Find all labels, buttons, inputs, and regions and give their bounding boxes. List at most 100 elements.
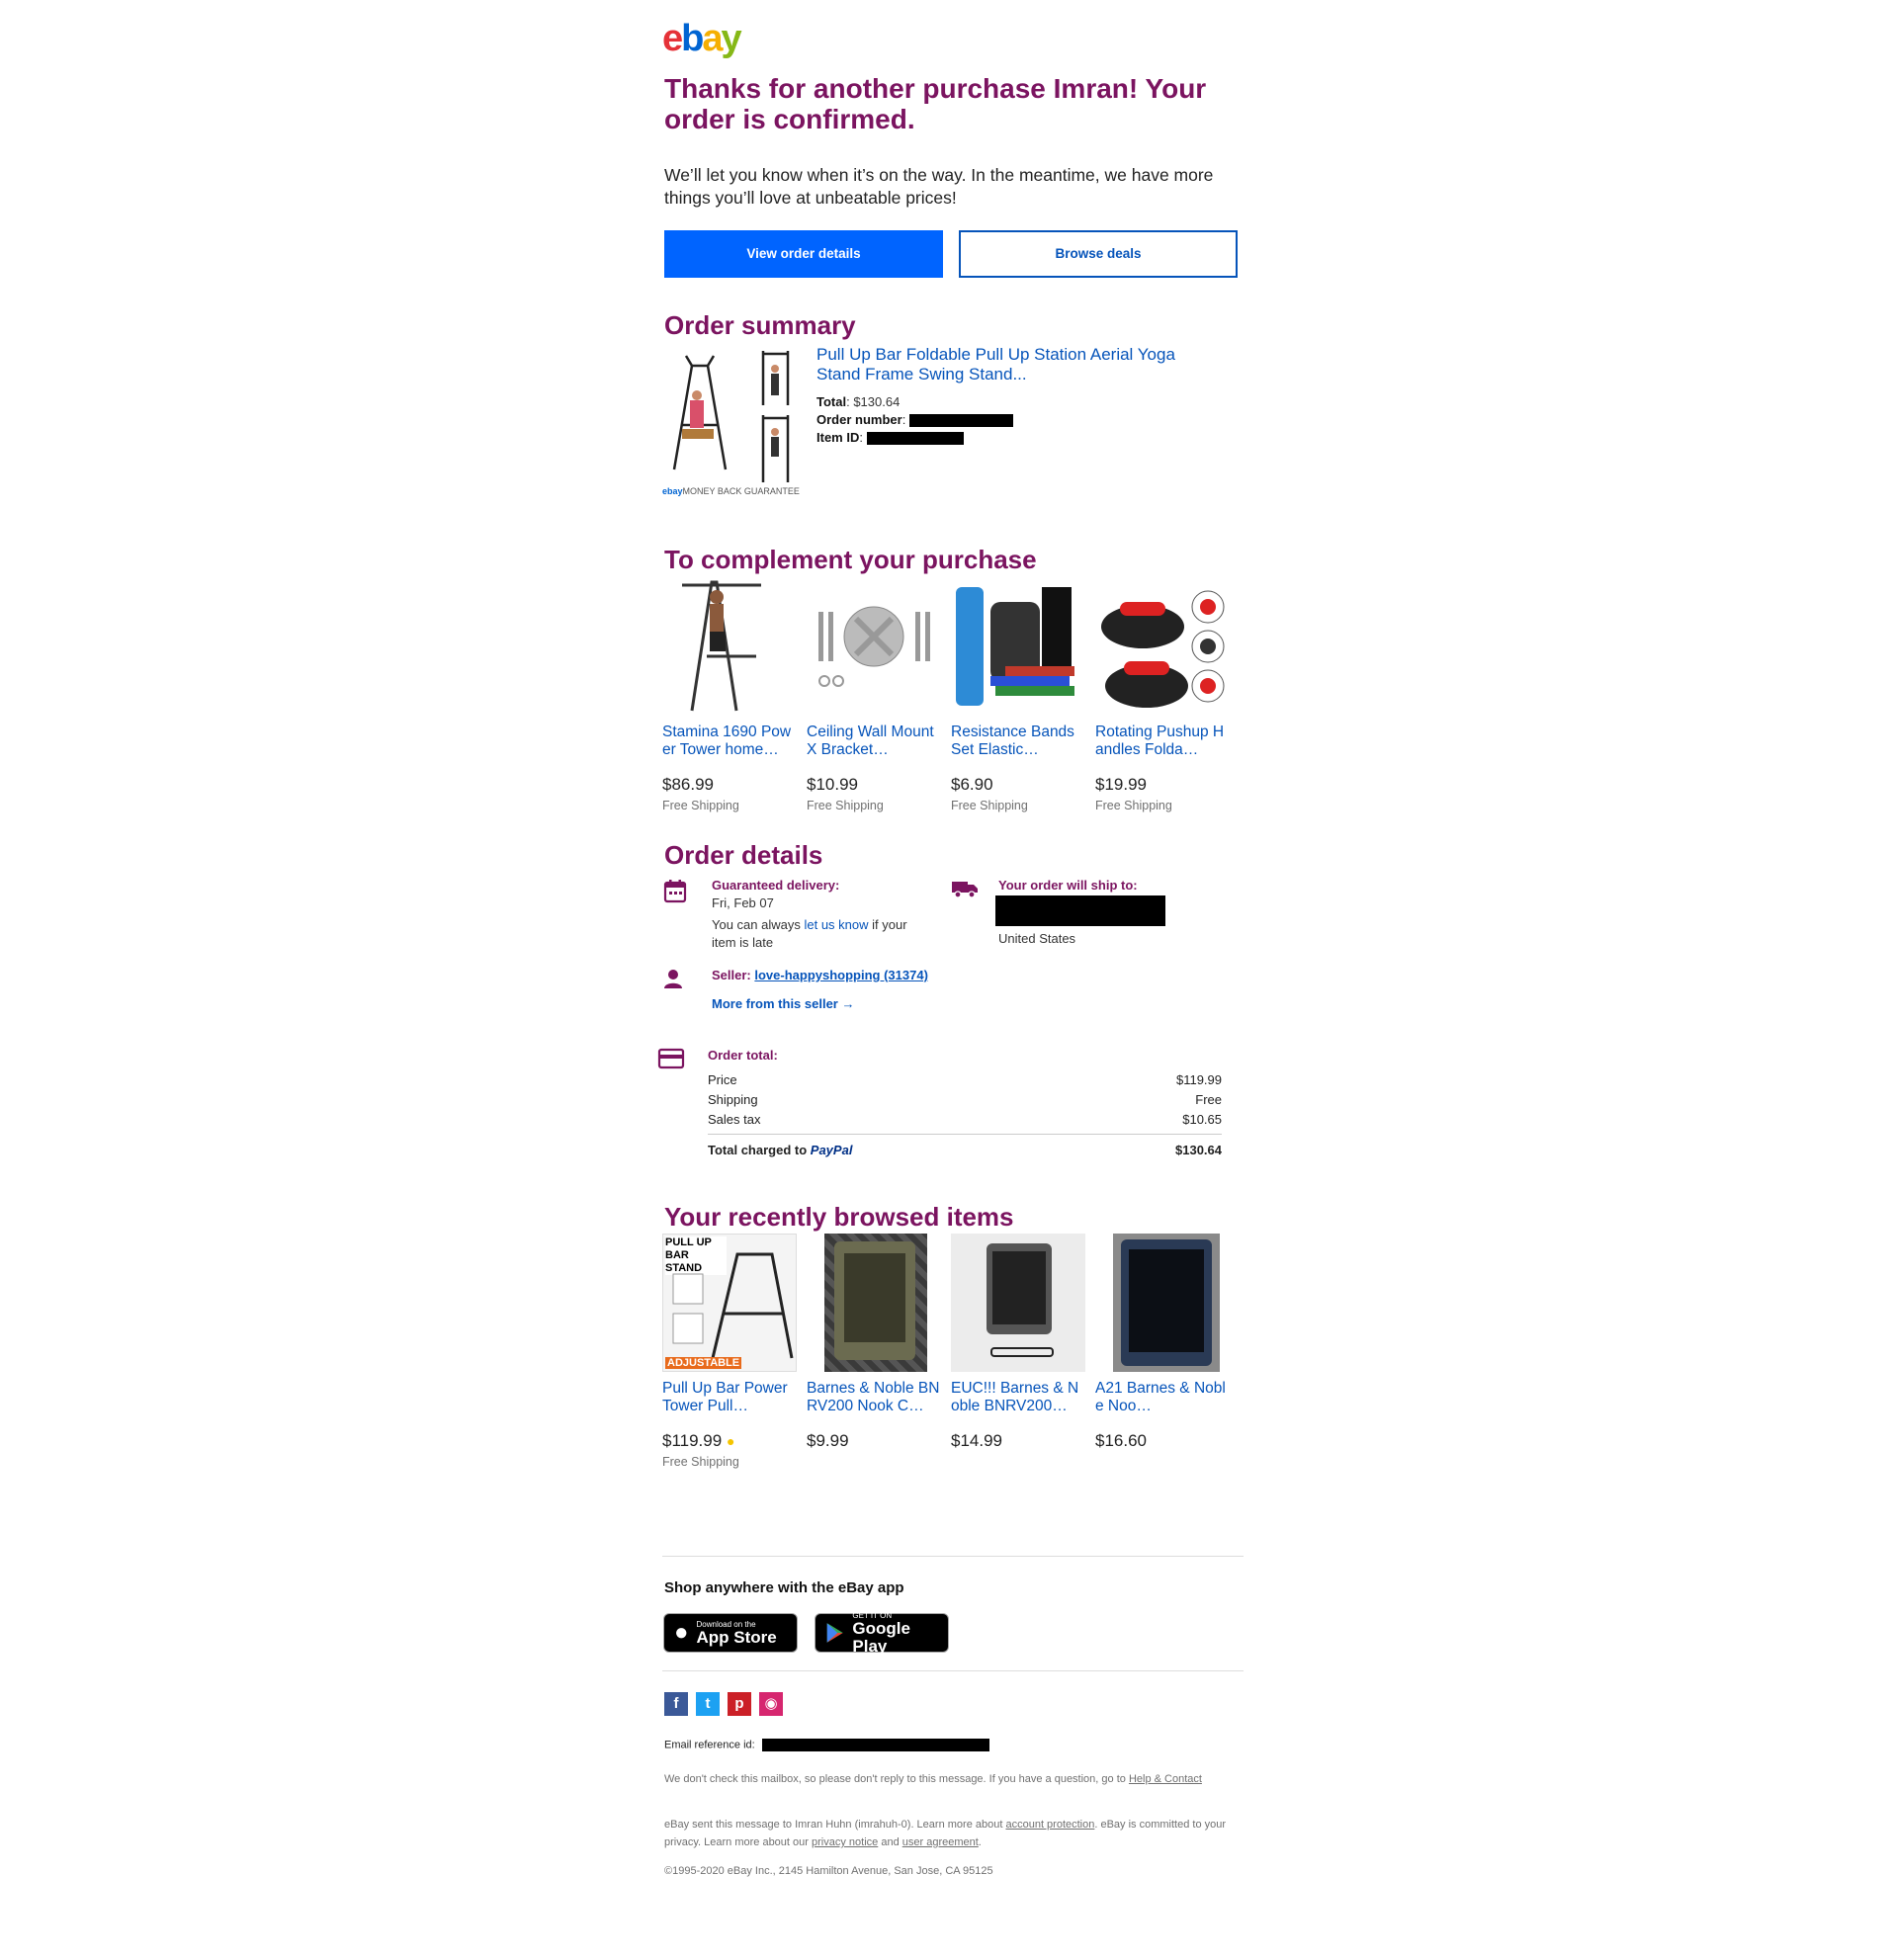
no-reply-notice: We don't check this mailbox, so please d… <box>664 1773 1202 1785</box>
complement-item-shipping: Free Shipping <box>807 799 884 812</box>
complement-item-price: $19.99 <box>1095 775 1147 794</box>
truck-icon <box>951 878 979 899</box>
pinterest-icon[interactable]: p <box>728 1692 751 1716</box>
complement-item-title[interactable]: Resistance Bands Set Elastic… <box>951 724 1085 761</box>
total-charged-row: Total charged to PayPal $130.64 <box>708 1143 1222 1157</box>
apple-icon: ● <box>674 1619 689 1646</box>
complement-item-price: $6.90 <box>951 775 993 794</box>
order-total-lines: Price $119.99 Shipping Free Sales tax $10.6… <box>708 1070 1222 1130</box>
top-rated-icon: ● <box>726 1433 735 1449</box>
late-notice: You can always let us know if your item … <box>712 917 907 950</box>
delivery-block: Guaranteed delivery: Fri, Feb 07 You can… <box>712 878 929 952</box>
order-item-image[interactable] <box>664 346 803 484</box>
recent-item[interactable]: PULL UP BAR STAND ADJUSTABLE Pull Up Bar… <box>662 1234 797 1469</box>
calendar-icon <box>662 878 688 903</box>
recent-item[interactable]: Barnes & Noble BNRV200 Nook C… $9.99 <box>807 1234 941 1469</box>
pull-up-bar-image: PULL UP BAR STAND ADJUSTABLE <box>662 1234 797 1372</box>
twitter-icon[interactable]: t <box>696 1692 720 1716</box>
privacy-notice-link[interactable]: privacy notice <box>812 1836 878 1848</box>
social-links: f t p ◉ <box>664 1692 791 1716</box>
complement-item[interactable]: Ceiling Wall Mount X Bracket… $10.99 Fre… <box>807 577 941 812</box>
recent-item[interactable]: A21 Barnes & Noble Noo… $16.60 <box>1095 1234 1230 1469</box>
ship-country: United States <box>998 931 1076 946</box>
pushup-handles-image <box>1095 577 1230 716</box>
complement-heading: To complement your purchase <box>664 545 1037 574</box>
address-redacted <box>995 895 1165 926</box>
recent-item-title[interactable]: A21 Barnes & Noble Noo… <box>1095 1380 1230 1417</box>
order-total-block: Order total: Price $119.99 Shipping Free S… <box>708 1048 1222 1160</box>
ship-to-block: Your order will ship to: United States <box>995 878 1236 948</box>
item-id-redacted <box>866 432 964 446</box>
order-number-redacted <box>908 414 1013 428</box>
recent-item-title[interactable]: Barnes & Noble BNRV200 Nook C… <box>807 1380 941 1417</box>
complement-item[interactable]: Stamina 1690 Power Tower home… $86.99 Fr… <box>662 577 797 812</box>
order-details-heading: Order details <box>664 840 823 870</box>
google-play-icon <box>826 1623 843 1643</box>
order-item-title-link[interactable]: Pull Up Bar Foldable Pull Up Station Aer… <box>816 345 1212 384</box>
recent-item-price: $14.99 <box>951 1431 1002 1450</box>
complement-item-title[interactable]: Stamina 1690 Power Tower home… <box>662 724 797 761</box>
guarantee-text: MONEY BACK GUARANTEE <box>682 486 800 496</box>
intro-text: We’ll let you know when it’s on the way.… <box>664 165 1214 208</box>
seller-label: Seller: <box>712 968 751 982</box>
complement-item[interactable]: Rotating Pushup Handles Folda… $19.99 Fr… <box>1095 577 1230 812</box>
complement-item[interactable]: Resistance Bands Set Elastic… $6.90 Free… <box>951 577 1085 812</box>
complement-item-price: $86.99 <box>662 775 714 794</box>
recent-item-price: $119.99 ● <box>662 1431 735 1450</box>
recently-browsed-heading: Your recently browsed items <box>664 1202 1014 1232</box>
resistance-bands-image <box>951 577 1085 716</box>
complement-item-title[interactable]: Ceiling Wall Mount X Bracket… <box>807 724 941 761</box>
user-agreement-link[interactable]: user agreement <box>902 1836 979 1848</box>
wall-mount-image <box>807 577 941 716</box>
total-label: Total <box>816 394 847 409</box>
order-number-label: Order number <box>816 412 902 427</box>
nook-tablet-image <box>807 1234 941 1372</box>
person-icon <box>662 969 684 990</box>
app-heading: Shop anywhere with the eBay app <box>664 1579 904 1596</box>
credit-card-icon <box>657 1048 685 1069</box>
privacy-notice-text: eBay sent this message to Imran Huhn (im… <box>664 1819 1227 1848</box>
recent-item-shipping: Free Shipping <box>662 1455 739 1469</box>
footer-divider <box>662 1670 1244 1671</box>
total-divider <box>708 1134 1222 1135</box>
item-id-label: Item ID <box>816 430 860 445</box>
ebay-logo[interactable]: ebay <box>662 18 742 60</box>
complement-item-price: $10.99 <box>807 775 858 794</box>
let-us-know-link[interactable]: let us know <box>804 917 868 932</box>
complement-item-shipping: Free Shipping <box>1095 799 1172 812</box>
arrow-right-icon: → <box>841 996 855 1011</box>
complement-item-shipping: Free Shipping <box>951 799 1028 812</box>
delivery-label: Guaranteed delivery: <box>712 878 840 893</box>
order-total-label: Order total: <box>708 1048 778 1063</box>
complement-list: Stamina 1690 Power Tower home… $86.99 Fr… <box>662 577 1245 812</box>
money-back-guarantee-badge: ebayMONEY BACK GUARANTEE <box>662 486 800 496</box>
recent-item-title[interactable]: EUC!!! Barnes & Noble BNRV200… <box>951 1380 1085 1417</box>
headline: Thanks for another purchase Imran! Your … <box>664 73 1207 134</box>
seller-block: Seller: love-happyshopping (31374) More … <box>712 968 929 1012</box>
recent-item-price: $9.99 <box>807 1431 849 1450</box>
complement-item-title[interactable]: Rotating Pushup Handles Folda… <box>1095 724 1230 761</box>
paypal-logo: PayPal <box>810 1143 853 1157</box>
recent-item-price: $16.60 <box>1095 1431 1147 1450</box>
recent-item-title[interactable]: Pull Up Bar Power Tower Pull… <box>662 1380 797 1417</box>
google-play-badge[interactable]: GET IT ON Google Play <box>815 1611 949 1655</box>
app-store-badge[interactable]: ● Download on the App Store <box>663 1613 798 1653</box>
email-reference: Email reference id: <box>664 1739 989 1751</box>
nook-tablet-image <box>1095 1234 1230 1372</box>
browse-deals-button[interactable]: Browse deals <box>959 230 1238 278</box>
complement-item-shipping: Free Shipping <box>662 799 739 812</box>
shipping-row: Shipping Free <box>708 1092 1222 1107</box>
recently-browsed-list: PULL UP BAR STAND ADJUSTABLE Pull Up Bar… <box>662 1234 1245 1469</box>
power-tower-image <box>662 577 797 716</box>
delivery-date: Fri, Feb 07 <box>712 895 774 910</box>
copyright: ©1995-2020 eBay Inc., 2145 Hamilton Aven… <box>664 1865 993 1877</box>
more-from-seller-link[interactable]: More from this seller → <box>712 996 929 1011</box>
instagram-icon[interactable]: ◉ <box>759 1692 783 1716</box>
order-meta: Total: $130.64 Order number: Item ID: <box>816 393 1232 447</box>
recent-item[interactable]: EUC!!! Barnes & Noble BNRV200… $14.99 <box>951 1234 1085 1469</box>
help-contact-link[interactable]: Help & Contact <box>1129 1773 1202 1785</box>
account-protection-link[interactable]: account protection <box>1005 1819 1094 1831</box>
seller-name-link[interactable]: love-happyshopping (31374) <box>754 968 928 982</box>
view-order-details-button[interactable]: View order details <box>664 230 943 278</box>
facebook-icon[interactable]: f <box>664 1692 688 1716</box>
